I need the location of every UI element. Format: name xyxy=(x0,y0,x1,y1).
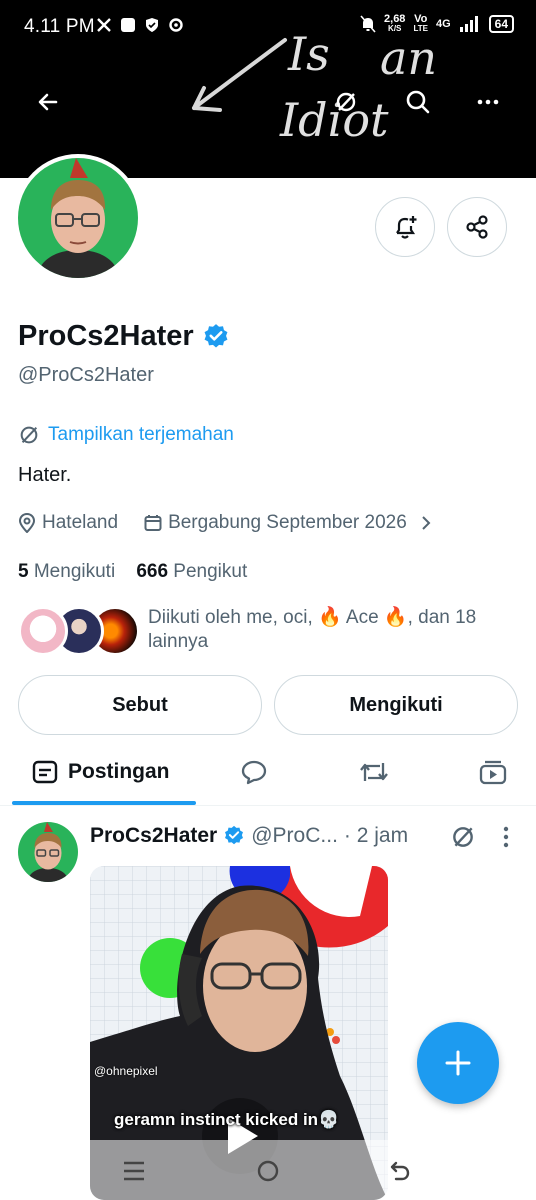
followers-count: 666 xyxy=(136,561,169,582)
translate-toggle-button[interactable] xyxy=(324,80,368,124)
bell-plus-icon xyxy=(396,216,417,239)
battery-indicator: 64 xyxy=(488,15,514,33)
repost-icon xyxy=(360,763,388,781)
app-notification-icon xyxy=(121,18,135,32)
arrow-left-icon xyxy=(38,93,58,111)
post-author-name[interactable]: ProCs2Hater xyxy=(90,824,217,848)
tab-posts[interactable]: Postingan xyxy=(32,740,170,804)
posts-icon xyxy=(32,760,58,784)
following-button[interactable]: Mengikuti xyxy=(274,675,518,735)
menu-icon xyxy=(124,1161,144,1181)
search-button[interactable] xyxy=(396,80,440,124)
profile-bio: Hater. xyxy=(18,464,72,486)
show-translation-link[interactable]: Tampilkan terjemahan xyxy=(18,424,234,446)
followers-label: Pengikut xyxy=(173,561,248,582)
more-horizontal-icon xyxy=(477,99,499,105)
translate-icon xyxy=(453,827,473,847)
media-play-icon xyxy=(479,760,507,785)
post-author-avatar[interactable] xyxy=(18,822,78,882)
share-profile-button[interactable] xyxy=(447,197,507,257)
profile-joined-date: Bergabung September 2026 xyxy=(168,512,407,533)
follower-avatar xyxy=(18,606,68,656)
tab-posts-label: Postingan xyxy=(68,760,170,783)
search-icon xyxy=(406,90,430,114)
verified-badge-icon xyxy=(204,323,228,347)
profile-name-row: ProCs2Hater xyxy=(18,320,230,353)
home-circle-icon xyxy=(257,1160,279,1182)
system-navigation-bar xyxy=(0,1140,536,1200)
mention-button[interactable]: Sebut xyxy=(18,675,262,735)
compose-post-button[interactable] xyxy=(417,1022,499,1104)
reply-bubble-icon xyxy=(241,760,267,785)
notify-button[interactable] xyxy=(375,197,435,257)
video-caption: geramn instinct kicked in💀 xyxy=(114,1110,340,1129)
followers-stat[interactable]: 666 Pengikut xyxy=(136,561,247,582)
plus-icon xyxy=(445,1050,471,1076)
profile-location: Hateland xyxy=(42,512,119,533)
post-timestamp: · 2 jam xyxy=(343,824,409,847)
tab-media[interactable] xyxy=(478,740,508,804)
scribble-word-is: Is xyxy=(287,27,330,81)
home-button[interactable] xyxy=(248,1154,288,1188)
profile-tabs: Postingan xyxy=(0,740,536,806)
x-logo-icon xyxy=(97,18,111,32)
avatar-person-illustration xyxy=(27,822,69,882)
tab-reposts[interactable] xyxy=(358,740,390,804)
translate-icon xyxy=(336,92,356,112)
tab-replies[interactable] xyxy=(240,740,268,804)
followed-by-text: Diikuti oleh me, oci, 🔥 Ace 🔥, dan 18 la… xyxy=(148,607,477,652)
profile-display-name: ProCs2Hater xyxy=(18,320,194,352)
calendar-icon xyxy=(144,515,162,531)
followed-by-row[interactable]: Diikuti oleh me, oci, 🔥 Ace 🔥, dan 18 la… xyxy=(18,604,518,660)
more-vertical-icon xyxy=(503,826,509,848)
avatar-person-illustration xyxy=(36,158,120,278)
active-tab-indicator xyxy=(12,801,196,805)
avatar-image xyxy=(18,158,138,278)
back-curve-icon xyxy=(390,1161,410,1181)
verified-badge-icon xyxy=(225,825,244,845)
chevron-right-icon[interactable] xyxy=(419,515,433,531)
shield-icon xyxy=(146,18,158,32)
scribble-word-an: an xyxy=(380,31,437,85)
share-icon xyxy=(466,215,488,239)
post-more-button[interactable] xyxy=(496,824,516,855)
follow-stats: 5 Mengikuti 666 Pengikut xyxy=(18,561,247,583)
followed-by-avatars xyxy=(18,604,140,656)
show-translation-label: Tampilkan terjemahan xyxy=(48,424,234,445)
status-notification-icons xyxy=(96,17,184,33)
profile-meta: Hateland Bergabung September 2026 xyxy=(18,512,433,534)
post-header: ProCs2Hater @ProC... · 2 jam xyxy=(90,824,408,848)
following-stat[interactable]: 5 Mengikuti xyxy=(18,561,115,582)
post-translate-button[interactable] xyxy=(450,824,476,855)
recent-apps-button[interactable] xyxy=(114,1154,154,1188)
profile-handle: @ProCs2Hater xyxy=(18,364,154,386)
system-back-button[interactable] xyxy=(380,1154,420,1188)
post-author-handle: @ProC... xyxy=(251,824,338,847)
video-watermark: @ohnepixel xyxy=(94,1064,158,1078)
following-label: Mengikuti xyxy=(33,561,116,582)
profile-avatar[interactable] xyxy=(14,154,142,282)
following-count: 5 xyxy=(18,561,29,582)
translate-icon xyxy=(20,426,38,444)
location-pin-icon xyxy=(18,513,36,533)
back-button[interactable] xyxy=(26,80,70,124)
status-time: 4.11 PM xyxy=(24,16,95,37)
more-options-button[interactable] xyxy=(466,80,510,124)
